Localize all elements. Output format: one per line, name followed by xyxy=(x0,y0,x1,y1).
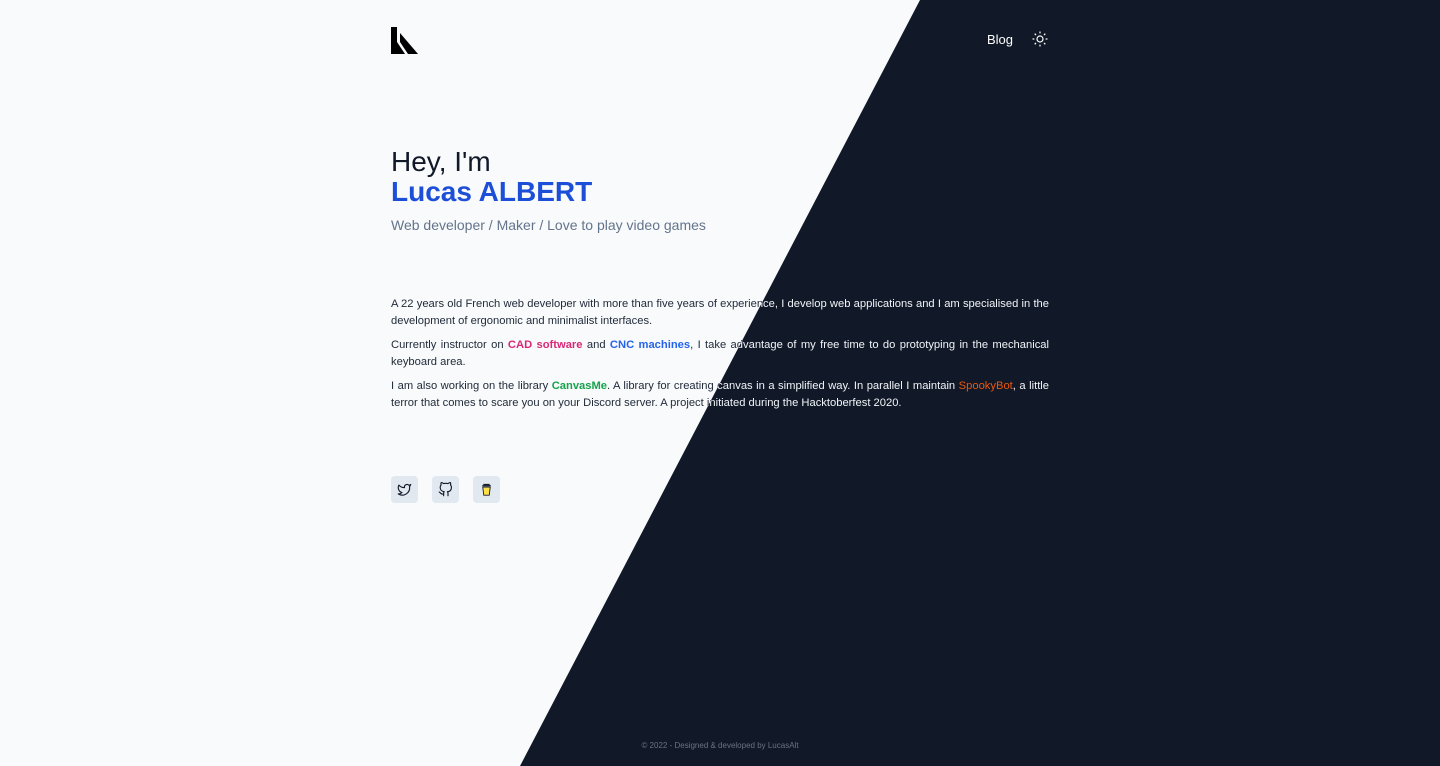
buy-me-a-coffee-button[interactable] xyxy=(473,476,500,503)
github-icon xyxy=(438,482,452,497)
github-button[interactable] xyxy=(432,476,459,503)
spookybot-link[interactable]: SpookyBot xyxy=(959,380,1013,392)
cnc-machines-link[interactable]: CNC machines xyxy=(610,339,690,351)
coffee-cup-icon xyxy=(482,483,491,496)
twitter-icon xyxy=(397,483,412,496)
cad-software-link[interactable]: CAD software xyxy=(508,339,583,351)
blog-link[interactable]: Blog xyxy=(987,32,1013,47)
text: Currently instructor on xyxy=(391,339,508,351)
logo-icon[interactable] xyxy=(391,27,419,55)
twitter-button[interactable] xyxy=(391,476,418,503)
top-nav-dark: Blog xyxy=(987,30,1049,48)
tagline: Web developer / Maker / Love to play vid… xyxy=(391,217,706,233)
sun-icon[interactable] xyxy=(1031,30,1049,48)
text: I am also working on the library xyxy=(391,380,552,392)
canvasme-link[interactable]: CanvasMe xyxy=(552,380,607,392)
social-links xyxy=(391,476,500,503)
full-name: Lucas ALBERT xyxy=(391,176,593,207)
greeting: Hey, I'm xyxy=(391,146,491,177)
text: and xyxy=(582,339,610,351)
hero: Hey, I'm Lucas ALBERT Web developer / Ma… xyxy=(391,146,706,234)
